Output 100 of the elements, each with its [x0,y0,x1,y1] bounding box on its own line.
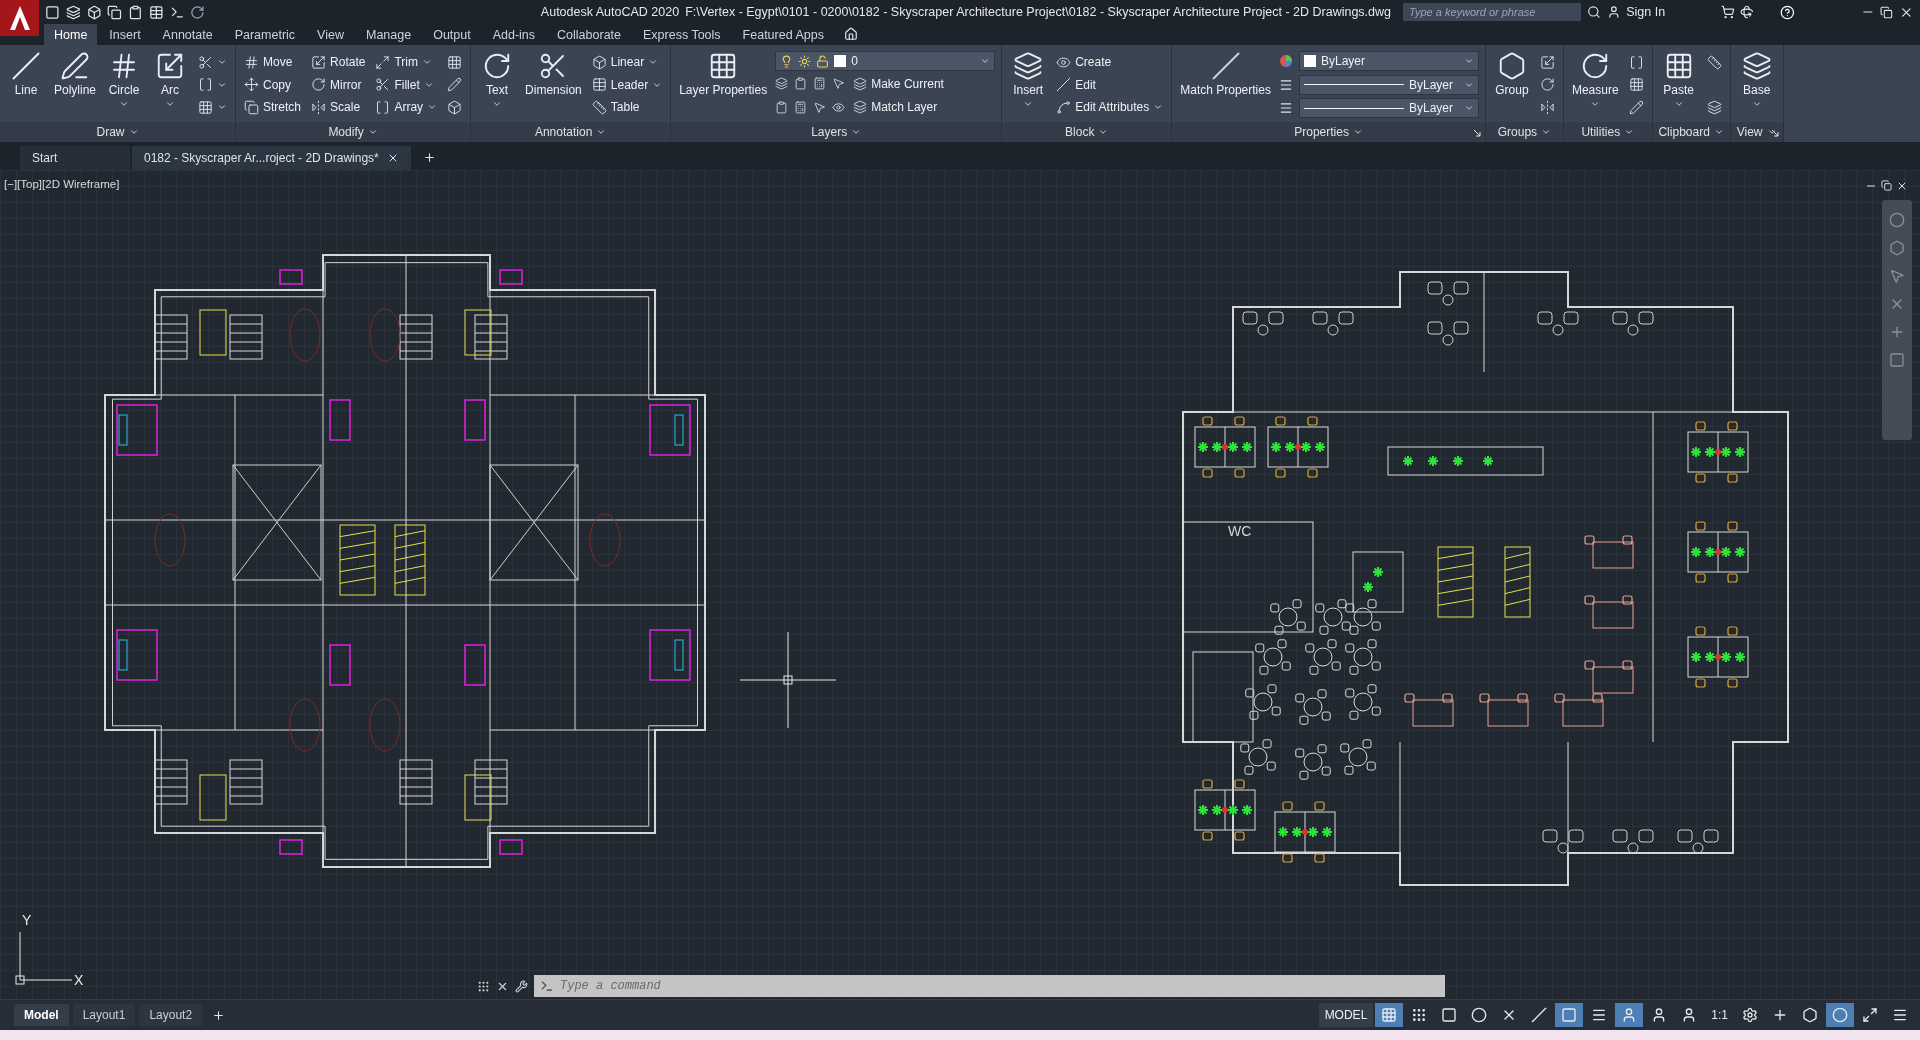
ribbon-tool[interactable]: Rotate [309,51,368,73]
search-field[interactable]: Type a keyword or phrase [1403,3,1581,21]
toolbar-icon[interactable] [128,4,143,20]
ribbon-button[interactable]: Paste [1658,49,1699,122]
layer-dropdown[interactable]: 0 [775,51,996,71]
help-icon[interactable] [1780,4,1795,20]
viewport-label[interactable]: [−][Top][2D Wireframe] [4,178,120,190]
toolbar-icon[interactable] [107,4,123,20]
cart-icon[interactable] [1720,5,1735,19]
ribbon-tool[interactable]: Make Current [851,72,946,95]
add-layout-icon[interactable] [212,1008,226,1022]
toolbar-icon[interactable] [45,4,60,20]
status-toggle[interactable] [1615,1003,1644,1027]
ribbon-button[interactable]: Group [1491,49,1532,122]
ribbon-tool[interactable]: Scale [309,96,368,118]
ribbon-tool[interactable]: Match Layer [851,96,940,118]
panel-title[interactable]: Groups [1497,125,1538,139]
layout-tab[interactable]: Model [14,1004,69,1026]
nav-icon[interactable] [1889,212,1905,228]
annotation-scale-button[interactable]: 1:1 [1705,1003,1734,1027]
document-tab[interactable]: Start [20,146,130,170]
ribbon-tab[interactable]: Insert [99,24,151,45]
ribbon-button[interactable]: Match Properties [1178,49,1273,122]
close-icon[interactable] [1896,180,1908,192]
panel-title[interactable]: Modify [328,125,364,139]
toolbar-icon[interactable] [65,4,81,20]
layout-tab[interactable]: Layout1 [72,1004,136,1026]
launcher-icon[interactable] [1770,129,1779,137]
ribbon-button[interactable]: Circle [104,49,145,122]
panel-title[interactable]: Draw [96,125,125,139]
ribbon-tool[interactable]: Linear [589,51,665,73]
property-dropdown[interactable]: ByLayer [1298,51,1479,71]
model-space-button[interactable]: MODEL [1318,1003,1374,1027]
ribbon-tab[interactable]: Collaborate [547,24,631,45]
ribbon-tool[interactable]: Array [373,96,440,118]
status-toggle[interactable] [1375,1003,1404,1027]
layers-icon [853,76,868,91]
ribbon-tool[interactable]: Table [589,96,665,118]
workspace-icon[interactable] [843,27,858,41]
ribbon-tool[interactable]: Copy [242,73,304,96]
ribbon-tab[interactable]: Manage [355,24,422,45]
ribbon-tool[interactable]: Trim [373,51,440,73]
restore-icon[interactable] [1881,180,1892,191]
layout-tab[interactable]: Layout2 [139,1004,203,1026]
panel-title[interactable]: Utilities [1581,125,1621,139]
launcher-icon[interactable] [1472,129,1481,137]
ribbon-button[interactable]: Measure [1569,49,1621,122]
panel-title[interactable]: Layers [811,125,848,139]
caret-icon [1023,99,1034,109]
ribbon-tab[interactable]: Home [44,24,98,45]
lock-icon [816,54,830,68]
ribbon-tab[interactable]: Parametric [224,24,306,45]
grip-icon[interactable] [477,979,490,993]
nav-icon[interactable] [1889,240,1905,256]
ribbon-tool[interactable]: Create [1054,51,1166,73]
search-icon[interactable] [1586,5,1601,19]
ribbon-tool[interactable]: Mirror [309,73,368,96]
ribbon-tab[interactable]: Annotate [152,24,223,45]
ribbon-button[interactable]: Arc [150,49,191,122]
ribbon-tab[interactable]: Add-ins [482,24,546,45]
ribbon-button[interactable]: Insert [1008,49,1049,122]
document-tab[interactable]: 0182 - Skyscraper Ar...roject - 2D Drawings* [132,146,411,170]
property-dropdown[interactable]: ByLayer [1298,98,1479,118]
ribbon-tool[interactable]: Edit Attributes [1054,96,1166,118]
ribbon-button[interactable]: Text [477,49,518,122]
ribbon-tool[interactable]: Leader [589,73,665,96]
ribbon-tool[interactable]: Edit [1054,73,1166,96]
new-tab-icon[interactable] [422,151,436,164]
restore-icon[interactable] [1880,5,1894,19]
status-toggle[interactable] [1555,1003,1584,1027]
eye-icon [832,100,846,114]
panel-title[interactable]: Clipboard [1658,125,1710,139]
panel-title[interactable]: View [1736,125,1763,139]
ribbon-button[interactable]: Base [1736,49,1777,122]
property-dropdown[interactable]: ByLayer [1298,74,1479,95]
ribbon-button[interactable]: Line [6,49,46,122]
ribbon-button[interactable]: Layer Properties [677,49,770,122]
app-menu-button[interactable] [0,0,40,36]
toolbar-icon[interactable] [86,4,102,20]
ribbon-tool[interactable]: Stretch [242,96,304,118]
panel-title[interactable]: Annotation [534,125,593,139]
wrench-icon[interactable] [515,979,528,993]
ribbon-tool[interactable]: Fillet [373,73,440,96]
cube-icon [447,99,463,115]
ribbon-tab[interactable]: Express Tools [633,24,731,45]
ribbon-tab[interactable]: Output [423,24,481,45]
property-value: ByLayer [1320,54,1366,68]
ribbon-tab[interactable]: Featured Apps [732,24,834,45]
ribbon-button[interactable]: Dimension [523,49,584,122]
ribbon-button[interactable]: Polyline [52,49,99,122]
sign-in-link[interactable]: Sign In [1626,5,1715,19]
toolbar-icon[interactable] [148,4,164,20]
panel-title[interactable]: Properties [1294,125,1349,139]
ribbon-tab[interactable]: View [307,24,354,45]
status-toggle[interactable] [1826,1003,1854,1027]
caret-icon [1673,99,1684,109]
redo-icon[interactable] [190,4,205,20]
panel-title[interactable]: Block [1065,125,1095,139]
nav-icon[interactable] [1889,268,1905,284]
ribbon-tool[interactable]: Move [242,51,304,73]
